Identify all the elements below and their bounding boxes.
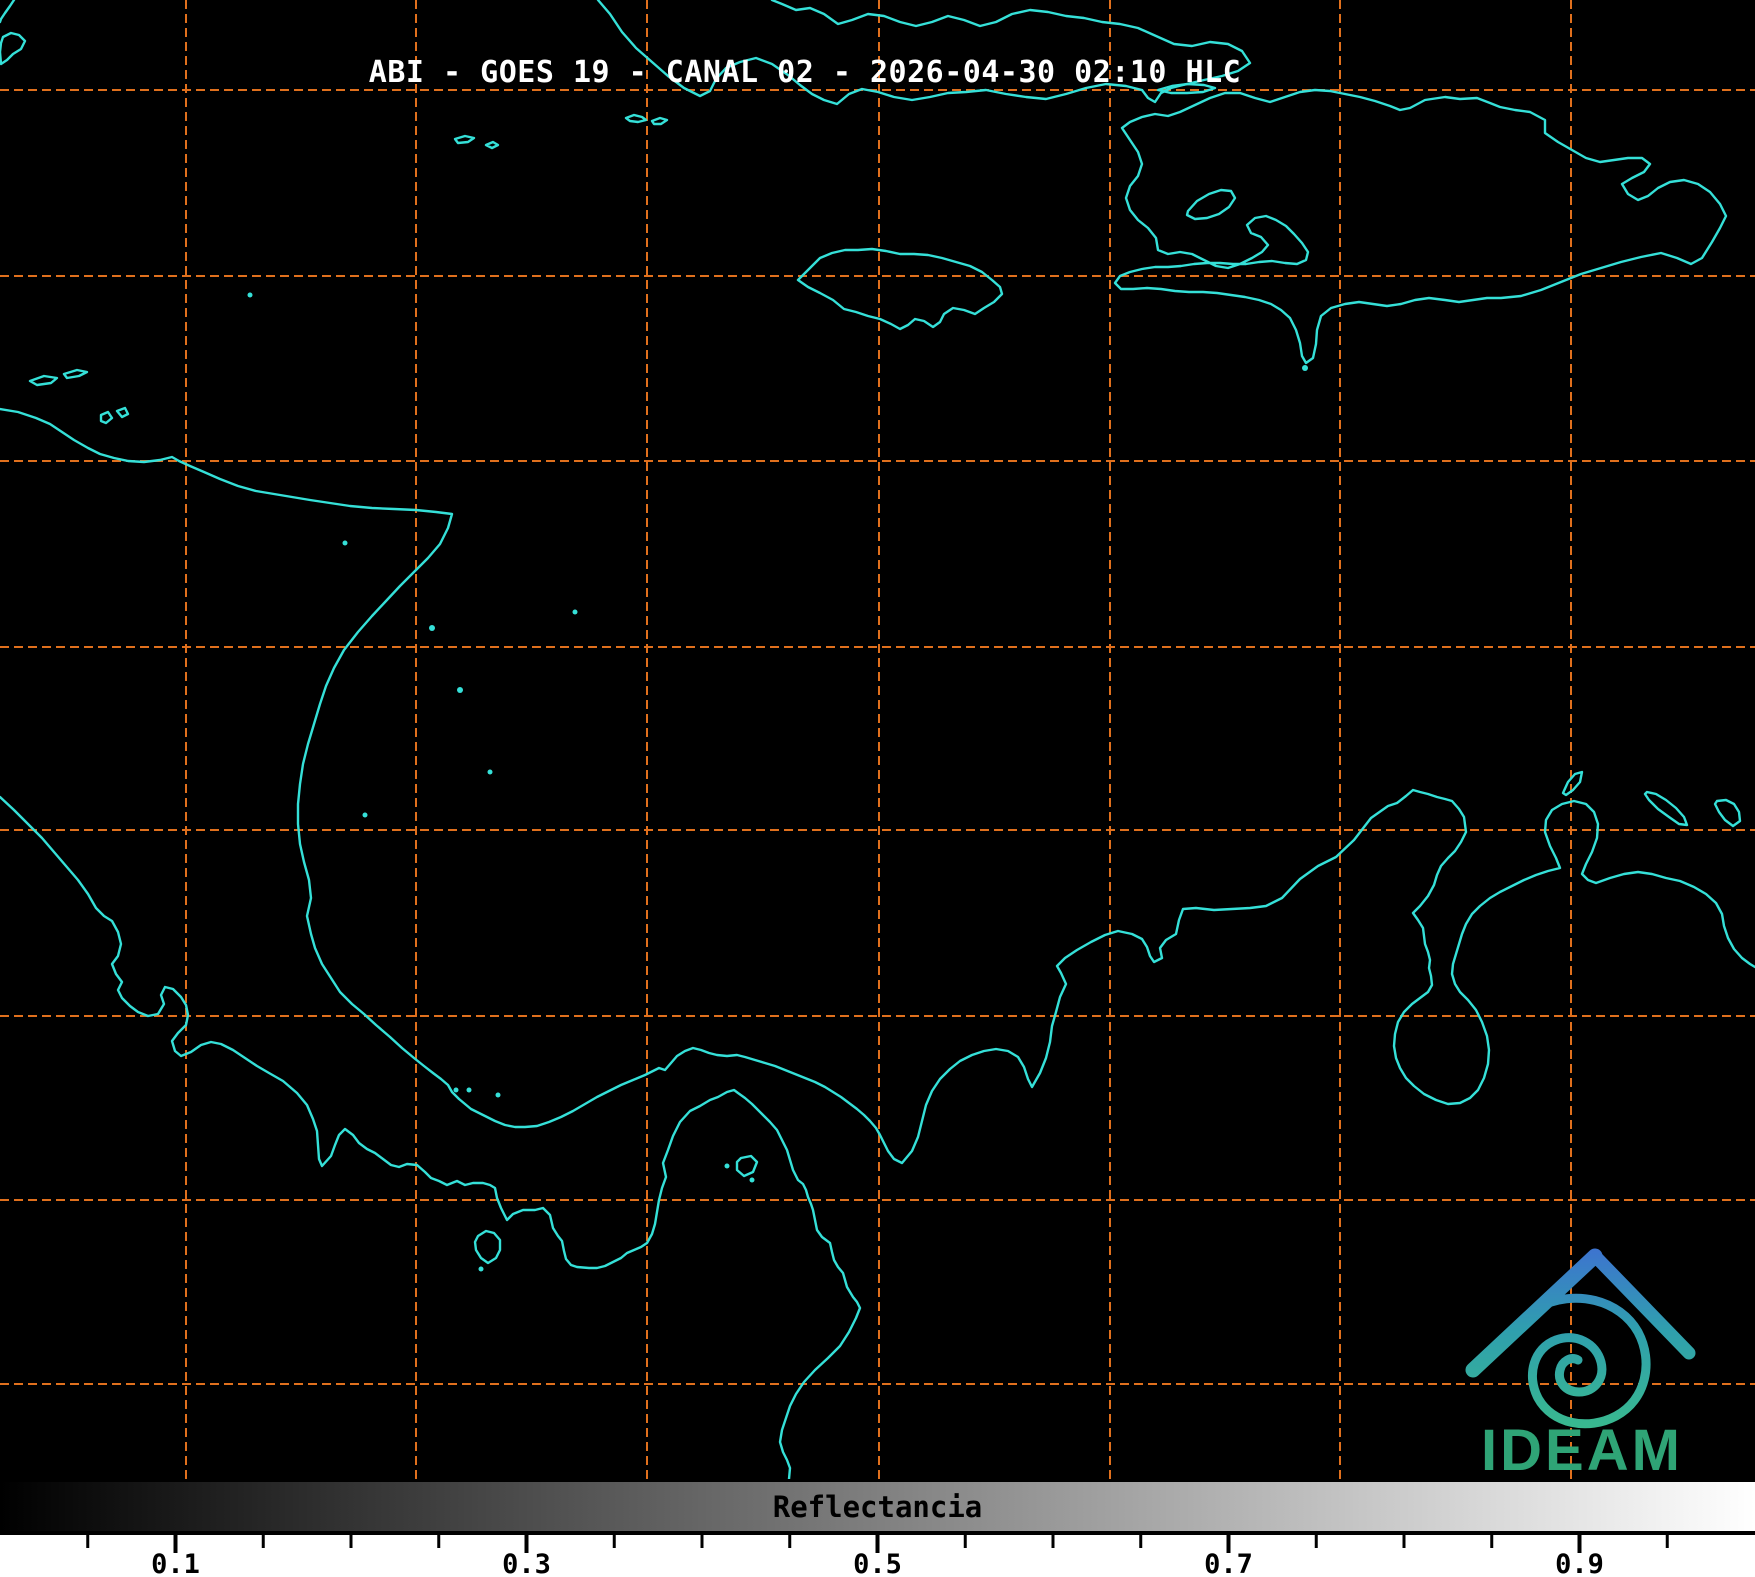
satellite-image-viewport: IDEAM ABI - GOES 19 - CANAL 02 - 2026-04… bbox=[0, 0, 1755, 1577]
gonave-island bbox=[1185, 188, 1237, 221]
logo-wordmark: IDEAM bbox=[1481, 1418, 1683, 1479]
caribbean-mainland-coastline bbox=[0, 407, 1755, 1165]
aruba-island bbox=[1561, 770, 1584, 797]
bay-islands-honduras bbox=[28, 368, 130, 425]
colorbar-tick-label: 0.1 bbox=[151, 1549, 200, 1577]
colorbar-tick-label: 0.3 bbox=[502, 1549, 551, 1577]
colorbar-tick-label: 0.7 bbox=[1204, 1549, 1253, 1577]
jamaica-coastline bbox=[796, 247, 1004, 331]
image-title: ABI - GOES 19 - CANAL 02 - 2026-04-30 02… bbox=[368, 55, 1242, 90]
cayman-islands bbox=[453, 134, 500, 150]
colorbar-label: Reflectancia bbox=[772, 1489, 983, 1524]
latlon-grid bbox=[0, 0, 1755, 1479]
small-islands bbox=[247, 292, 1308, 1272]
coiba-island bbox=[473, 1229, 502, 1265]
hispaniola-coastline bbox=[1113, 88, 1728, 365]
bonaire-island bbox=[1713, 798, 1742, 828]
coastlines-layer bbox=[0, 0, 1755, 1479]
curacao-island bbox=[1643, 790, 1689, 827]
colorbar-gradient: Reflectancia bbox=[0, 1479, 1755, 1535]
ideam-logo: IDEAM bbox=[1465, 1248, 1696, 1479]
logo-spiral-icon bbox=[1527, 1293, 1651, 1429]
map-canvas: IDEAM bbox=[0, 0, 1755, 1479]
pearl-islands bbox=[735, 1154, 759, 1178]
cuba-southwest-cay bbox=[0, 31, 27, 66]
colorbar-axis-strip: 0.1 0.3 0.5 0.7 0.9 bbox=[0, 1535, 1755, 1577]
colorbar-tick-label: 0.5 bbox=[853, 1549, 902, 1577]
pacific-coastline bbox=[0, 795, 862, 1479]
isla-juventud-fragment bbox=[0, 0, 16, 24]
colorbar-tick-label: 0.9 bbox=[1555, 1549, 1604, 1577]
colorbar-axis: 0.1 0.3 0.5 0.7 0.9 bbox=[86, 1535, 1669, 1577]
